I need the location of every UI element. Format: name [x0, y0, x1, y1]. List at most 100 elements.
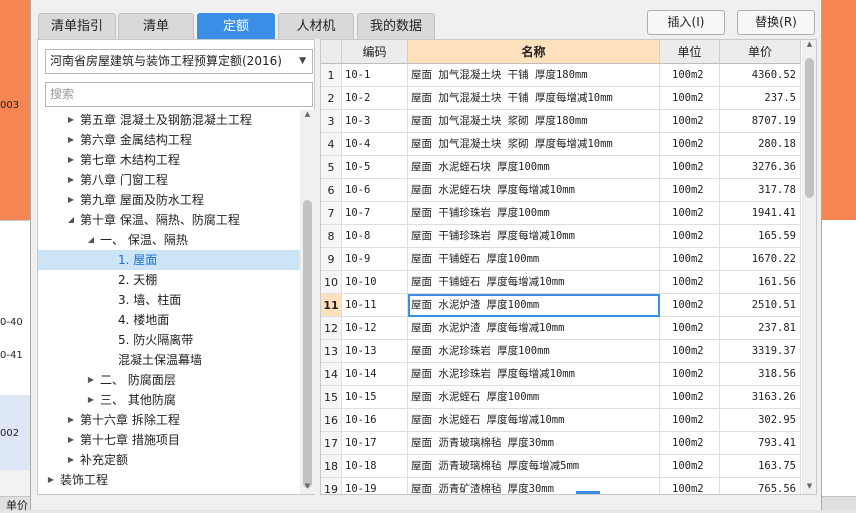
scroll-up-icon[interactable]: ▲	[300, 110, 315, 118]
cell-unit[interactable]: 100m2	[660, 455, 720, 478]
table-row[interactable]: 3 10-3 屋面 加气混凝土块 浆砌 厚度180mm 100m2 8707.19	[321, 110, 801, 133]
cell-name[interactable]: 屋面 沥青矿渣棉毡 厚度30mm	[408, 478, 660, 494]
cell-name[interactable]: 屋面 水泥珍珠岩 厚度100mm	[408, 340, 660, 363]
cell-name[interactable]: 屋面 干铺珍珠岩 厚度每增减10mm	[408, 225, 660, 248]
tree-item[interactable]: ▶ 第十七章 措施项目	[38, 430, 300, 450]
cell-code[interactable]: 10-1	[342, 64, 408, 87]
cell-name[interactable]: 屋面 干铺珍珠岩 厚度100mm	[408, 202, 660, 225]
chevron-right-icon[interactable]: ▶	[66, 450, 76, 470]
table-row[interactable]: 10 10-10 屋面 干铺蛭石 厚度每增减10mm 100m2 161.56	[321, 271, 801, 294]
cell-price[interactable]: 3319.37	[720, 340, 801, 363]
cell-name[interactable]: 屋面 加气混凝土块 浆砌 厚度180mm	[408, 110, 660, 133]
cell-code[interactable]: 10-14	[342, 363, 408, 386]
cell-price[interactable]: 2510.51	[720, 294, 801, 317]
cell-code[interactable]: 10-9	[342, 248, 408, 271]
table-row[interactable]: 7 10-7 屋面 干铺珍珠岩 厚度100mm 100m2 1941.41	[321, 202, 801, 225]
cell-name[interactable]: 屋面 加气混凝土块 干铺 厚度180mm	[408, 64, 660, 87]
row-number[interactable]: 12	[321, 317, 342, 340]
cell-price[interactable]: 237.5	[720, 87, 801, 110]
row-number[interactable]: 17	[321, 432, 342, 455]
cell-price[interactable]: 317.78	[720, 179, 801, 202]
cell-unit[interactable]: 100m2	[660, 386, 720, 409]
table-row[interactable]: 11 10-11 屋面 水泥炉渣 厚度100mm 100m2 2510.51	[321, 294, 801, 317]
chevron-right-icon[interactable]: ▶	[66, 410, 76, 430]
cell-code[interactable]: 10-17	[342, 432, 408, 455]
chevron-expanded-icon[interactable]: ◢	[86, 230, 96, 250]
cell-unit[interactable]: 100m2	[660, 202, 720, 225]
cell-code[interactable]: 10-13	[342, 340, 408, 363]
table-row[interactable]: 9 10-9 屋面 干铺蛭石 厚度100mm 100m2 1670.22	[321, 248, 801, 271]
cell-unit[interactable]: 100m2	[660, 156, 720, 179]
column-header-code[interactable]: 编码	[342, 40, 408, 64]
tree-item[interactable]: 混凝土保温幕墙	[38, 350, 300, 370]
cell-price[interactable]: 163.75	[720, 455, 801, 478]
cell-code[interactable]: 10-10	[342, 271, 408, 294]
table-row[interactable]: 1 10-1 屋面 加气混凝土块 干铺 厚度180mm 100m2 4360.52	[321, 64, 801, 87]
cell-price[interactable]: 161.56	[720, 271, 801, 294]
cell-name[interactable]: 屋面 干铺蛭石 厚度100mm	[408, 248, 660, 271]
chevron-right-icon[interactable]: ▶	[86, 390, 96, 410]
chevron-right-icon[interactable]: ▶	[66, 190, 76, 210]
row-number[interactable]: 14	[321, 363, 342, 386]
cell-name[interactable]: 屋面 沥青玻璃棉毡 厚度30mm	[408, 432, 660, 455]
cell-price[interactable]: 302.95	[720, 409, 801, 432]
row-number[interactable]: 1	[321, 64, 342, 87]
row-number[interactable]: 2	[321, 87, 342, 110]
cell-name[interactable]: 屋面 加气混凝土块 浆砌 厚度每增减10mm	[408, 133, 660, 156]
tree-item[interactable]: ▶ 第十六章 拆除工程	[38, 410, 300, 430]
row-number[interactable]: 19	[321, 478, 342, 494]
cell-price[interactable]: 765.56	[720, 478, 801, 494]
table-row[interactable]: 19 10-19 屋面 沥青矿渣棉毡 厚度30mm 100m2 765.56	[321, 478, 801, 494]
cell-unit[interactable]: 100m2	[660, 363, 720, 386]
chevron-right-icon[interactable]: ▶	[66, 130, 76, 150]
column-header-unit[interactable]: 单位	[660, 40, 720, 64]
row-number[interactable]: 18	[321, 455, 342, 478]
cell-price[interactable]: 237.81	[720, 317, 801, 340]
cell-name[interactable]: 屋面 水泥珍珠岩 厚度每增减10mm	[408, 363, 660, 386]
cell-code[interactable]: 10-8	[342, 225, 408, 248]
cell-unit[interactable]: 100m2	[660, 110, 720, 133]
cell-unit[interactable]: 100m2	[660, 409, 720, 432]
chevron-right-icon[interactable]: ▶	[46, 470, 56, 490]
tree-item[interactable]: ▶ 第六章 金属结构工程	[38, 130, 300, 150]
cell-name[interactable]: 屋面 水泥炉渣 厚度每增减10mm	[408, 317, 660, 340]
row-number[interactable]: 9	[321, 248, 342, 271]
tree-item[interactable]: ▶ 第八章 门窗工程	[38, 170, 300, 190]
row-number[interactable]: 7	[321, 202, 342, 225]
table-row[interactable]: 8 10-8 屋面 干铺珍珠岩 厚度每增减10mm 100m2 165.59	[321, 225, 801, 248]
tree-item[interactable]: ▶ 三、 其他防腐	[38, 390, 300, 410]
cell-price[interactable]: 8707.19	[720, 110, 801, 133]
cell-price[interactable]: 4360.52	[720, 64, 801, 87]
cell-name[interactable]: 屋面 干铺蛭石 厚度每增减10mm	[408, 271, 660, 294]
replace-button[interactable]: 替换(R)	[737, 10, 815, 35]
cell-code[interactable]: 10-5	[342, 156, 408, 179]
cell-price[interactable]: 1670.22	[720, 248, 801, 271]
table-row[interactable]: 14 10-14 屋面 水泥珍珠岩 厚度每增减10mm 100m2 318.56	[321, 363, 801, 386]
search-input[interactable]: 搜索	[45, 82, 313, 107]
tree-item[interactable]: 5. 防火隔离带	[38, 330, 300, 350]
column-header-price[interactable]: 单价	[720, 40, 801, 64]
tree-item[interactable]: ▶ 装饰工程	[38, 470, 300, 490]
row-number[interactable]: 16	[321, 409, 342, 432]
table-row[interactable]: 18 10-18 屋面 沥青玻璃棉毡 厚度每增减5mm 100m2 163.75	[321, 455, 801, 478]
row-number[interactable]: 4	[321, 133, 342, 156]
tree-item[interactable]: ▶ 二、 防腐面层	[38, 370, 300, 390]
row-number[interactable]: 15	[321, 386, 342, 409]
splitter-handle[interactable]	[576, 491, 600, 494]
chevron-right-icon[interactable]: ▶	[86, 370, 96, 390]
cell-code[interactable]: 10-4	[342, 133, 408, 156]
chevron-right-icon[interactable]: ▶	[66, 430, 76, 450]
cell-price[interactable]: 3163.26	[720, 386, 801, 409]
chevron-right-icon[interactable]: ▶	[66, 170, 76, 190]
tab-my-data[interactable]: 我的数据	[357, 13, 435, 39]
table-row[interactable]: 13 10-13 屋面 水泥珍珠岩 厚度100mm 100m2 3319.37	[321, 340, 801, 363]
tree-item[interactable]: ◢ 第十章 保温、隔热、防腐工程	[38, 210, 300, 230]
tree-item[interactable]: 1. 屋面	[38, 250, 300, 270]
cell-unit[interactable]: 100m2	[660, 478, 720, 494]
tree-item[interactable]: 3. 墙、柱面	[38, 290, 300, 310]
row-number[interactable]: 11	[321, 294, 342, 317]
table-row[interactable]: 16 10-16 屋面 水泥蛭石 厚度每增减10mm 100m2 302.95	[321, 409, 801, 432]
tree-scrollbar[interactable]: ▲ ▼	[300, 110, 315, 494]
cell-unit[interactable]: 100m2	[660, 432, 720, 455]
scroll-down-icon[interactable]: ▼	[802, 482, 816, 490]
